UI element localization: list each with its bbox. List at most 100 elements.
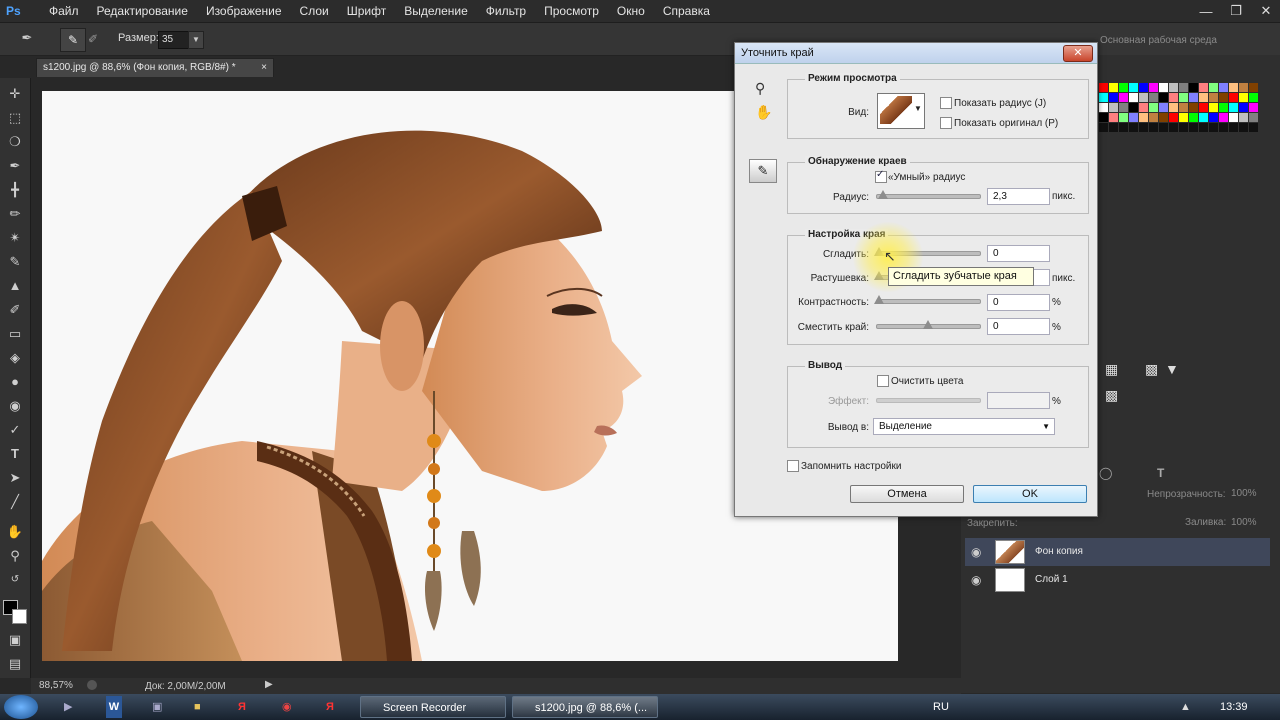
- line-tool-icon[interactable]: ╱: [5, 492, 25, 512]
- clone-stamp-tool-icon[interactable]: ▲: [5, 276, 25, 296]
- color-swatch[interactable]: [1099, 113, 1108, 122]
- color-swatch[interactable]: [1239, 93, 1248, 102]
- color-swatch[interactable]: [1129, 83, 1138, 92]
- menu-image[interactable]: Изображение: [197, 0, 291, 22]
- hand-tool-icon[interactable]: ✋: [5, 522, 25, 542]
- dialog-close-icon[interactable]: ✕: [1063, 45, 1093, 62]
- color-swatch[interactable]: [1159, 83, 1168, 92]
- color-swatch[interactable]: [1249, 83, 1258, 92]
- yandex-icon[interactable]: Я: [238, 696, 254, 718]
- path-selection-tool-icon[interactable]: ➤: [5, 468, 25, 488]
- fill-field[interactable]: 100%: [1231, 517, 1257, 528]
- color-swatch[interactable]: [1249, 123, 1258, 132]
- color-swatch[interactable]: [1149, 83, 1158, 92]
- color-swatch[interactable]: [1119, 83, 1128, 92]
- show-original-checkbox[interactable]: [940, 117, 952, 129]
- color-swatch[interactable]: [1199, 93, 1208, 102]
- color-swatch[interactable]: [1099, 83, 1108, 92]
- start-button-icon[interactable]: [4, 695, 38, 719]
- color-swatch[interactable]: [1169, 83, 1178, 92]
- decontaminate-colors-checkbox[interactable]: [877, 375, 889, 387]
- color-swatch[interactable]: [1139, 83, 1148, 92]
- menu-type[interactable]: Шрифт: [338, 0, 395, 22]
- menu-help[interactable]: Справка: [654, 0, 719, 22]
- color-swatch[interactable]: [1109, 123, 1118, 132]
- color-swatch[interactable]: [1169, 103, 1178, 112]
- color-swatch[interactable]: [1169, 93, 1178, 102]
- color-swatch[interactable]: [1149, 103, 1158, 112]
- screen-mode-icon[interactable]: ▤: [5, 654, 25, 674]
- color-swatch[interactable]: [1209, 93, 1218, 102]
- color-swatch[interactable]: [1159, 103, 1168, 112]
- menu-filter[interactable]: Фильтр: [477, 0, 535, 22]
- restore-icon[interactable]: ❐: [1228, 3, 1244, 19]
- hand-tool-icon[interactable]: ✋: [755, 104, 772, 121]
- color-swatch[interactable]: [1169, 123, 1178, 132]
- menu-layers[interactable]: Слои: [291, 0, 338, 22]
- color-lookup-icon[interactable]: ▼: [1165, 361, 1179, 377]
- taskbar-photoshop[interactable]: s1200.jpg @ 88,6% (...: [512, 696, 658, 718]
- history-brush-tool-icon[interactable]: ✐: [5, 300, 25, 320]
- color-swatch[interactable]: [1219, 103, 1228, 112]
- color-swatch[interactable]: [1129, 93, 1138, 102]
- contrast-slider[interactable]: [876, 299, 981, 304]
- status-menu-arrow-icon[interactable]: ▶: [265, 679, 273, 690]
- erase-refinements-tool-button[interactable]: ✐: [88, 32, 106, 48]
- menu-view[interactable]: Просмотр: [535, 0, 608, 22]
- color-swatch[interactable]: [1179, 123, 1188, 132]
- word-icon[interactable]: W: [106, 696, 122, 718]
- filter-icon[interactable]: ◯: [1099, 466, 1112, 480]
- pen-tool-icon[interactable]: ✓: [5, 420, 25, 440]
- color-swatch[interactable]: [1129, 113, 1138, 122]
- crop-tool-icon[interactable]: ╋: [5, 180, 25, 200]
- color-swatch[interactable]: [1099, 93, 1108, 102]
- color-swatch[interactable]: [1229, 123, 1238, 132]
- shift-edge-slider-thumb[interactable]: [923, 320, 933, 329]
- color-swatch[interactable]: [1209, 113, 1218, 122]
- layer-row[interactable]: ◉ Слой 1: [965, 566, 1270, 594]
- background-color-swatch[interactable]: [12, 609, 27, 624]
- color-swatch[interactable]: [1159, 93, 1168, 102]
- document-tab[interactable]: s1200.jpg @ 88,6% (Фон копия, RGB/8#) * …: [36, 58, 274, 77]
- color-swatch[interactable]: [1119, 123, 1128, 132]
- clock[interactable]: 13:39: [1220, 696, 1248, 718]
- curves-icon[interactable]: ▩: [1145, 361, 1158, 378]
- gradient-map-icon[interactable]: ▩: [1105, 387, 1118, 404]
- color-swatch[interactable]: [1199, 83, 1208, 92]
- zoom-level[interactable]: 88,57%: [39, 680, 73, 691]
- type-tool-icon[interactable]: T: [5, 444, 25, 464]
- chrome-icon[interactable]: ◉: [282, 696, 298, 718]
- paint-bucket-tool-icon[interactable]: ◈: [5, 348, 25, 368]
- color-swatch[interactable]: [1129, 123, 1138, 132]
- zoom-tool-icon[interactable]: ⚲: [5, 546, 25, 566]
- language-indicator[interactable]: RU: [933, 696, 949, 718]
- document-tab-close-icon[interactable]: ×: [255, 59, 267, 77]
- size-dropdown-icon[interactable]: ▼: [188, 31, 204, 49]
- color-swatch[interactable]: [1239, 123, 1248, 132]
- type-filter-icon[interactable]: T: [1157, 466, 1164, 480]
- blur-tool-icon[interactable]: ●: [5, 372, 25, 392]
- dialog-titlebar[interactable]: Уточнить край: [735, 43, 1097, 64]
- color-swatch[interactable]: [1189, 83, 1198, 92]
- layer-row[interactable]: ◉ Фон копия: [965, 538, 1270, 566]
- opacity-field[interactable]: 100%: [1231, 488, 1257, 499]
- color-swatch[interactable]: [1239, 103, 1248, 112]
- taskbar-screen-recorder[interactable]: Screen Recorder: [360, 696, 506, 718]
- remember-settings-checkbox[interactable]: [787, 460, 799, 472]
- marquee-tool-icon[interactable]: ⬚: [5, 108, 25, 128]
- smooth-field[interactable]: 0: [987, 245, 1050, 262]
- output-to-select[interactable]: Выделение ▼: [873, 418, 1055, 435]
- color-swatch[interactable]: [1239, 83, 1248, 92]
- color-swatch[interactable]: [1149, 113, 1158, 122]
- color-swatch[interactable]: [1229, 103, 1238, 112]
- color-swatch[interactable]: [1129, 103, 1138, 112]
- workspace-switcher[interactable]: Основная рабочая среда: [1100, 35, 1217, 46]
- brush-tool-icon[interactable]: ✒: [16, 30, 38, 48]
- eyedropper-tool-icon[interactable]: ✏: [5, 204, 25, 224]
- quick-selection-tool-icon[interactable]: ✒: [5, 156, 25, 176]
- quick-mask-icon[interactable]: ▣: [5, 630, 25, 650]
- contrast-field[interactable]: 0: [987, 294, 1050, 311]
- yandex-browser-icon[interactable]: Я: [326, 696, 342, 718]
- color-swatch[interactable]: [1199, 113, 1208, 122]
- radius-slider[interactable]: [876, 194, 981, 199]
